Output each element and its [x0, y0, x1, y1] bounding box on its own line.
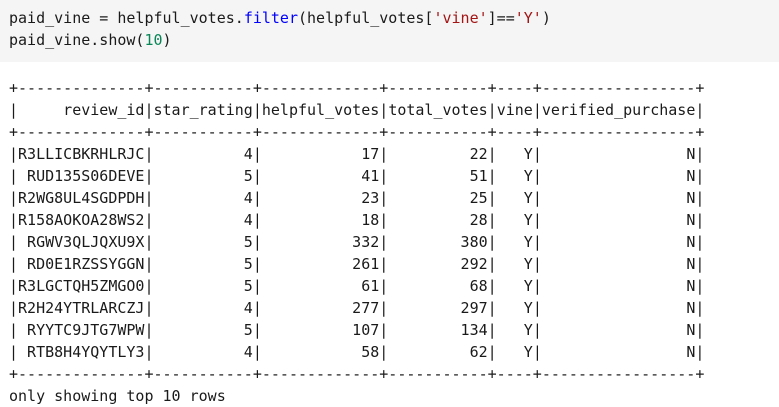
table-cell-review-id: RD0E1RZSSYGGN: [18, 255, 145, 273]
table-cell-star-rating: star_rating: [153, 101, 253, 119]
table-cell-verified-purchase: N: [541, 277, 696, 295]
table-cell-total-votes: 25: [388, 189, 488, 207]
table-cell-verified-purchase: N: [541, 255, 696, 273]
table-cell-helpful-votes: 332: [261, 233, 380, 251]
code-cell[interactable]: paid_vine = helpful_votes.filter(helpful…: [0, 0, 779, 62]
table-cell-helpful-votes: 17: [261, 145, 380, 163]
table-cell-review-id: RYYTC9JTG7WPW: [18, 321, 145, 339]
table-cell-verified-purchase: N: [541, 343, 696, 361]
code-object: helpful_votes.: [117, 9, 244, 27]
code-variable: paid_vine: [9, 9, 91, 27]
table-cell-star-rating: 4: [153, 189, 253, 207]
table-cell-helpful-votes: 277: [261, 299, 380, 317]
code-open-paren: (helpful_votes[: [298, 9, 434, 27]
table-cell-total-votes: 68: [388, 277, 488, 295]
table-cell-helpful-votes: 41: [261, 167, 380, 185]
table-cell-star-rating: 5: [153, 233, 253, 251]
table-cell-star-rating: 4: [153, 343, 253, 361]
table-border-header: +--------------+-----------+------------…: [9, 123, 705, 141]
table-cell-helpful-votes: helpful_votes: [261, 101, 380, 119]
code-close-paren: ): [541, 9, 551, 27]
table-cell-review-id: R3LGCTQH5ZMGO0: [18, 277, 145, 295]
table-cell-verified-purchase: N: [541, 233, 696, 251]
table-cell-total-votes: 51: [388, 167, 488, 185]
code-assign-operator: =: [90, 9, 118, 27]
table-row: |R2WG8UL4SGDPDH| 4| 23| 25| Y| N|: [9, 189, 705, 207]
table-cell-total-votes: total_votes: [388, 101, 488, 119]
table-cell-review-id: RGWV3QLJQXU9X: [18, 233, 145, 251]
table-cell-star-rating: 4: [153, 211, 253, 229]
table-cell-total-votes: 297: [388, 299, 488, 317]
table-cell-star-rating: 5: [153, 277, 253, 295]
table-cell-verified-purchase: N: [541, 167, 696, 185]
table-row: |R2H24YTRLARCZJ| 4| 277| 297| Y| N|: [9, 299, 705, 317]
code-line-show: paid_vine.show(10): [9, 29, 172, 51]
table-cell-verified-purchase: N: [541, 299, 696, 317]
table-cell-helpful-votes: 261: [261, 255, 380, 273]
table-row: |R158AOKOA28WS2| 4| 18| 28| Y| N|: [9, 211, 705, 229]
table-cell-vine: Y: [496, 255, 533, 273]
table-cell-review-id: RUD135S06DEVE: [18, 167, 145, 185]
code-number-arg: 10: [144, 31, 163, 49]
code-string-value: 'Y': [514, 9, 542, 27]
table-row: | RD0E1RZSSYGGN| 5| 261| 292| Y| N|: [9, 255, 705, 273]
table-cell-verified-purchase: N: [541, 145, 696, 163]
table-cell-vine: Y: [496, 167, 533, 185]
table-cell-helpful-votes: 107: [261, 321, 380, 339]
table-cell-vine: Y: [496, 321, 533, 339]
table-cell-verified-purchase: N: [541, 321, 696, 339]
table-row: | RYYTC9JTG7WPW| 5| 107| 134| Y| N|: [9, 321, 705, 339]
table-cell-verified-purchase: N: [541, 211, 696, 229]
table-border-top: +--------------+-----------+------------…: [9, 79, 705, 97]
table-cell-vine: vine: [496, 101, 533, 119]
code-show-call: paid_vine.show(: [9, 31, 145, 49]
table-row: | RUD135S06DEVE| 5| 41| 51| Y| N|: [9, 167, 705, 185]
table-row: |R3LLICBKRHLRJC| 4| 17| 22| Y| N|: [9, 145, 705, 163]
table-cell-total-votes: 28: [388, 211, 488, 229]
table-cell-vine: Y: [496, 233, 533, 251]
table-cell-review-id: R158AOKOA28WS2: [18, 211, 145, 229]
table-cell-review-id: R2WG8UL4SGDPDH: [18, 189, 145, 207]
table-cell-review-id: R2H24YTRLARCZJ: [18, 299, 145, 317]
table-cell-total-votes: 292: [388, 255, 488, 273]
table-cell-vine: Y: [496, 277, 533, 295]
table-cell-vine: Y: [496, 145, 533, 163]
table-border-bottom: +--------------+-----------+------------…: [9, 365, 705, 383]
code-string-key: 'vine': [433, 9, 488, 27]
table-cell-review-id: RTB8H4YQYTLY3: [18, 343, 145, 361]
table-cell-total-votes: 134: [388, 321, 488, 339]
table-row: |R3LGCTQH5ZMGO0| 5| 61| 68| Y| N|: [9, 277, 705, 295]
table-cell-helpful-votes: 58: [261, 343, 380, 361]
table-cell-review-id: review_id: [18, 101, 145, 119]
table-cell-total-votes: 22: [388, 145, 488, 163]
table-cell-vine: Y: [496, 189, 533, 207]
table-cell-review-id: R3LLICBKRHLRJC: [18, 145, 145, 163]
table-cell-star-rating: 5: [153, 167, 253, 185]
table-cell-helpful-votes: 61: [261, 277, 380, 295]
code-line-filter: paid_vine = helpful_votes.filter(helpful…: [9, 7, 551, 29]
table-cell-star-rating: 5: [153, 255, 253, 273]
table-cell-star-rating: 4: [153, 299, 253, 317]
table-cell-verified-purchase: N: [541, 189, 696, 207]
code-show-close: ): [162, 31, 172, 49]
table-cell-star-rating: 4: [153, 145, 253, 163]
table-cell-star-rating: 5: [153, 321, 253, 339]
table-row: | RGWV3QLJQXU9X| 5| 332| 380| Y| N|: [9, 233, 705, 251]
table-cell-verified-purchase: verified_purchase: [541, 101, 696, 119]
table-cell-total-votes: 62: [388, 343, 488, 361]
code-compare-operator: ]==: [487, 9, 515, 27]
table-cell-vine: Y: [496, 211, 533, 229]
table-cell-vine: Y: [496, 343, 533, 361]
code-function-name: filter: [243, 9, 298, 27]
table-cell-vine: Y: [496, 299, 533, 317]
table-cell-helpful-votes: 23: [261, 189, 380, 207]
cell-output: +--------------+-----------+------------…: [9, 77, 769, 405]
table-row: | RTB8H4YQYTLY3| 4| 58| 62| Y| N|: [9, 343, 705, 361]
table-cell-helpful-votes: 18: [261, 211, 380, 229]
table-header-row: | review_id|star_rating|helpful_votes|to…: [9, 101, 705, 119]
table-cell-total-votes: 380: [388, 233, 488, 251]
